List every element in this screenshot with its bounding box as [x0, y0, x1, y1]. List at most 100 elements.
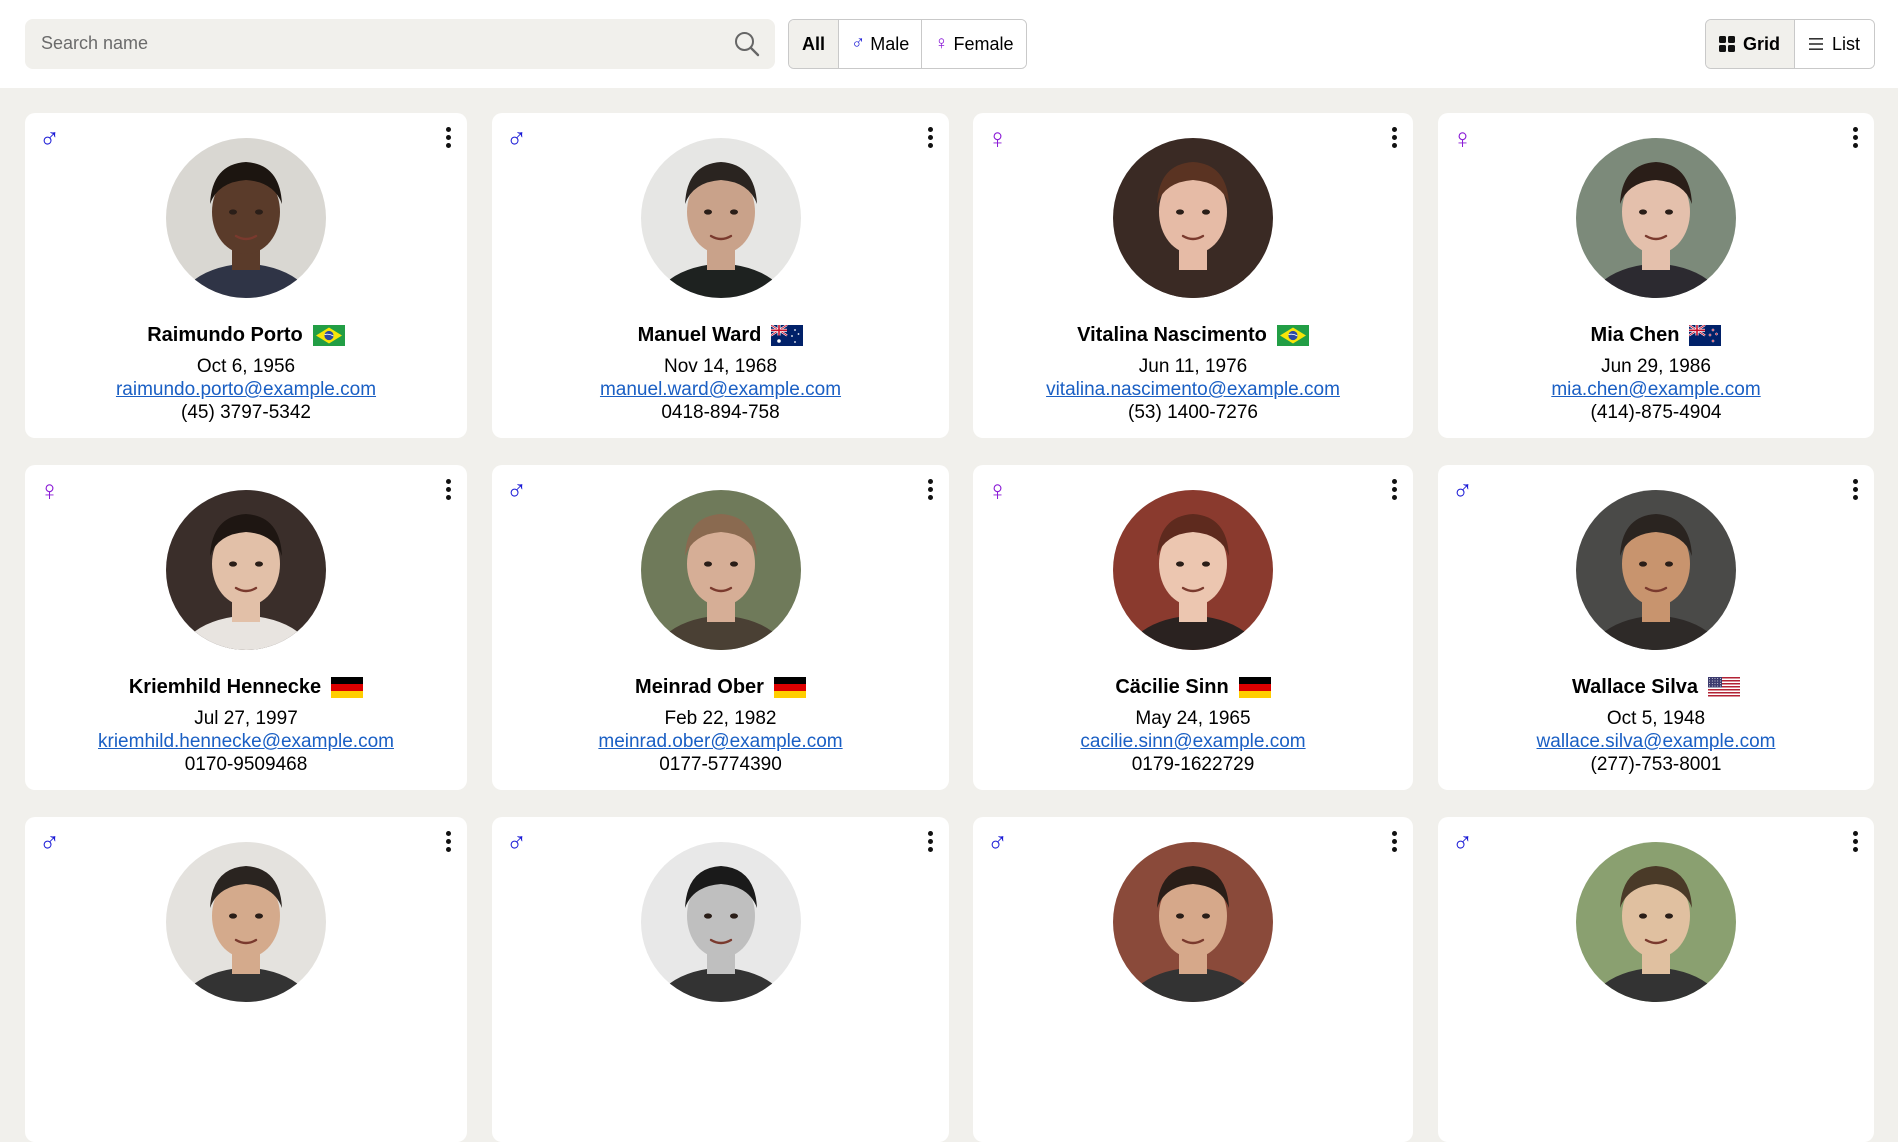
- phone-number: 0177-5774390: [659, 754, 782, 775]
- name-row: Vitalina Nascimento: [973, 322, 1413, 348]
- name-row: Meinrad Ober: [492, 674, 949, 700]
- male-icon: ♂: [506, 475, 527, 506]
- name-row: Mia Chen: [1438, 322, 1874, 348]
- more-options-icon[interactable]: [1389, 479, 1399, 503]
- female-icon: ♀: [1452, 123, 1473, 154]
- view-toggle: Grid List: [1704, 19, 1875, 69]
- name-row: Manuel Ward: [492, 322, 949, 348]
- person-card[interactable]: ♂: [1438, 817, 1874, 1142]
- phone-number: (45) 3797-5342: [181, 402, 311, 423]
- gender-filter: All ♂ Male ♀ Female: [788, 19, 1027, 69]
- person-name: Vitalina Nascimento: [1077, 323, 1267, 346]
- email-link[interactable]: raimundo.porto@example.com: [25, 379, 467, 401]
- email-link[interactable]: vitalina.nascimento@example.com: [973, 379, 1413, 401]
- avatar: [1576, 138, 1736, 298]
- avatar: [640, 138, 801, 298]
- person-card[interactable]: ♂ Wallace Silva Oct 5, 1948 wallace.silv…: [1438, 465, 1874, 790]
- phone-number: 0418-894-758: [661, 402, 780, 423]
- name-row: Raimundo Porto: [25, 322, 467, 348]
- person-card[interactable]: ♂ Manuel Ward Nov 14, 1968 manuel.ward@e…: [492, 113, 949, 438]
- date-of-birth: Oct 5, 1948: [1606, 708, 1706, 729]
- email-link[interactable]: wallace.silva@example.com: [1438, 731, 1874, 753]
- flag-icon: [1689, 324, 1722, 346]
- person-card[interactable]: ♂: [25, 817, 467, 1142]
- filter-all-button[interactable]: All: [789, 20, 839, 68]
- more-options-icon[interactable]: [443, 479, 453, 503]
- avatar: [1113, 490, 1273, 650]
- filter-all-label: All: [802, 33, 826, 54]
- avatar: [1113, 842, 1273, 1002]
- person-card[interactable]: ♂ Raimundo Porto Oct 6, 1956 raimundo.po…: [25, 113, 467, 438]
- person-card[interactable]: ♀ Kriemhild Hennecke Jul 27, 1997 kriemh…: [25, 465, 467, 790]
- date-of-birth: Feb 22, 1982: [664, 708, 777, 729]
- male-icon: ♂: [39, 827, 60, 858]
- list-view-button[interactable]: List: [1793, 20, 1874, 68]
- name-row: Wallace Silva: [1438, 674, 1874, 700]
- more-options-icon[interactable]: [1389, 831, 1399, 855]
- avatar: [640, 842, 801, 1002]
- email-link[interactable]: meinrad.ober@example.com: [492, 731, 949, 753]
- email-link[interactable]: cacilie.sinn@example.com: [973, 731, 1413, 753]
- person-card[interactable]: ♀ Mia Chen Jun 29, 1986 mia.chen@example…: [1438, 113, 1874, 438]
- avatar: [1576, 490, 1736, 650]
- phone-number: 0179-1622729: [1131, 754, 1255, 775]
- date-of-birth: Jun 29, 1986: [1601, 356, 1711, 377]
- search-icon[interactable]: [733, 30, 761, 58]
- male-icon: ♂: [987, 827, 1008, 858]
- person-card[interactable]: ♂: [973, 817, 1413, 1142]
- filter-male-button[interactable]: ♂ Male: [838, 20, 922, 68]
- male-icon: ♂: [506, 827, 527, 858]
- person-card[interactable]: ♂ Meinrad Ober Feb 22, 1982 meinrad.ober…: [492, 465, 949, 790]
- email-link[interactable]: manuel.ward@example.com: [492, 379, 949, 401]
- list-view-label: List: [1831, 33, 1860, 54]
- more-options-icon[interactable]: [443, 831, 453, 855]
- phone-number: (53) 1400-7276: [1128, 402, 1258, 423]
- person-card[interactable]: ♀ Cäcilie Sinn May 24, 1965 cacilie.sinn…: [973, 465, 1413, 790]
- more-options-icon[interactable]: [443, 127, 453, 151]
- person-card[interactable]: ♀ Vitalina Nascimento Jun 11, 1976 vital…: [973, 113, 1413, 438]
- flag-icon: [1276, 324, 1309, 346]
- more-options-icon[interactable]: [1850, 831, 1860, 855]
- person-name: Kriemhild Hennecke: [128, 675, 322, 698]
- female-icon: ♀: [987, 475, 1008, 506]
- grid-icon: [1718, 36, 1735, 52]
- phone-number: 0170-9509468: [184, 754, 308, 775]
- list-icon: [1808, 38, 1823, 50]
- male-icon: ♂: [1452, 827, 1473, 858]
- avatar: [1576, 842, 1736, 1002]
- date-of-birth: Jul 27, 1997: [194, 708, 298, 729]
- person-name: Meinrad Ober: [635, 675, 764, 698]
- more-options-icon[interactable]: [1850, 479, 1860, 503]
- filter-female-button[interactable]: ♀ Female: [921, 20, 1026, 68]
- person-name: Mia Chen: [1590, 323, 1680, 346]
- male-icon: ♂: [39, 123, 60, 154]
- name-row: Cäcilie Sinn: [973, 674, 1413, 700]
- more-options-icon[interactable]: [1850, 127, 1860, 151]
- search-box[interactable]: Search name: [25, 19, 775, 69]
- more-options-icon[interactable]: [1389, 127, 1399, 151]
- filter-female-label: Female: [953, 33, 1014, 54]
- more-options-icon[interactable]: [925, 831, 935, 855]
- flag-icon: [312, 324, 345, 346]
- grid-view-button[interactable]: Grid: [1705, 20, 1794, 68]
- flag-icon: [773, 676, 806, 698]
- date-of-birth: Oct 6, 1956: [196, 356, 296, 377]
- more-options-icon[interactable]: [925, 479, 935, 503]
- search-input[interactable]: Search name: [41, 33, 148, 54]
- email-link[interactable]: kriemhild.hennecke@example.com: [25, 731, 467, 753]
- person-card[interactable]: ♂: [492, 817, 949, 1142]
- flag-icon: [1708, 676, 1740, 698]
- date-of-birth: May 24, 1965: [1135, 708, 1251, 729]
- avatar: [166, 138, 326, 298]
- email-link[interactable]: mia.chen@example.com: [1438, 379, 1874, 401]
- person-name: Wallace Silva: [1572, 675, 1698, 698]
- filter-male-label: Male: [870, 33, 910, 54]
- flag-icon: [331, 676, 364, 698]
- flag-icon: [1238, 676, 1271, 698]
- female-icon: ♀: [934, 33, 949, 54]
- avatar: [166, 490, 326, 650]
- more-options-icon[interactable]: [925, 127, 935, 151]
- date-of-birth: Nov 14, 1968: [663, 356, 778, 377]
- name-row: Kriemhild Hennecke: [25, 674, 467, 700]
- toolbar: Search name All ♂ Male ♀ Female Grid Lis…: [0, 0, 1898, 88]
